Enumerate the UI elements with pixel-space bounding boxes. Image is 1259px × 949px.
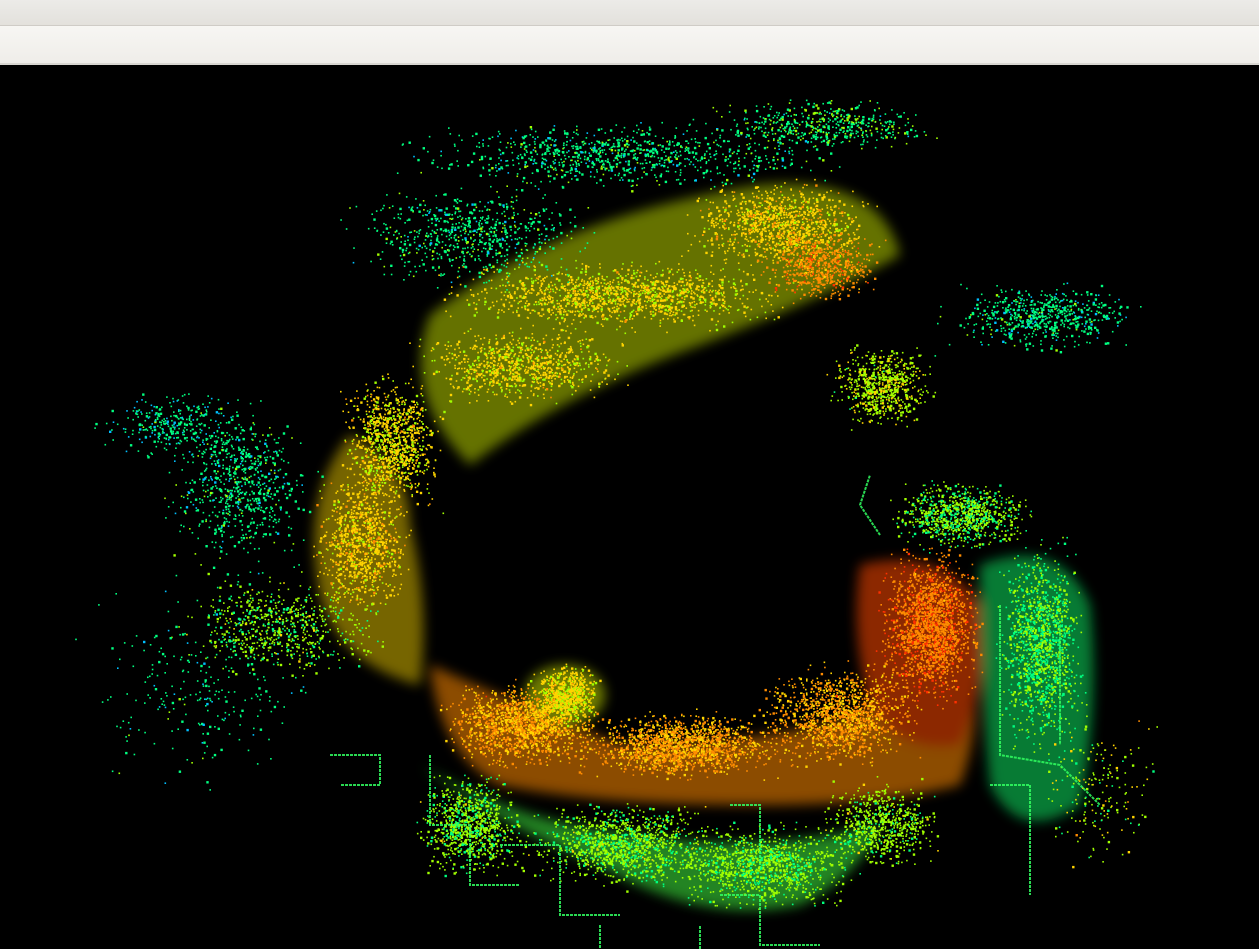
application-window (0, 0, 1259, 949)
point-cloud-canvas[interactable] (0, 65, 1259, 949)
3d-viewport[interactable] (0, 65, 1259, 949)
window-title-bar[interactable] (0, 0, 1259, 26)
toolbar (0, 26, 1259, 64)
